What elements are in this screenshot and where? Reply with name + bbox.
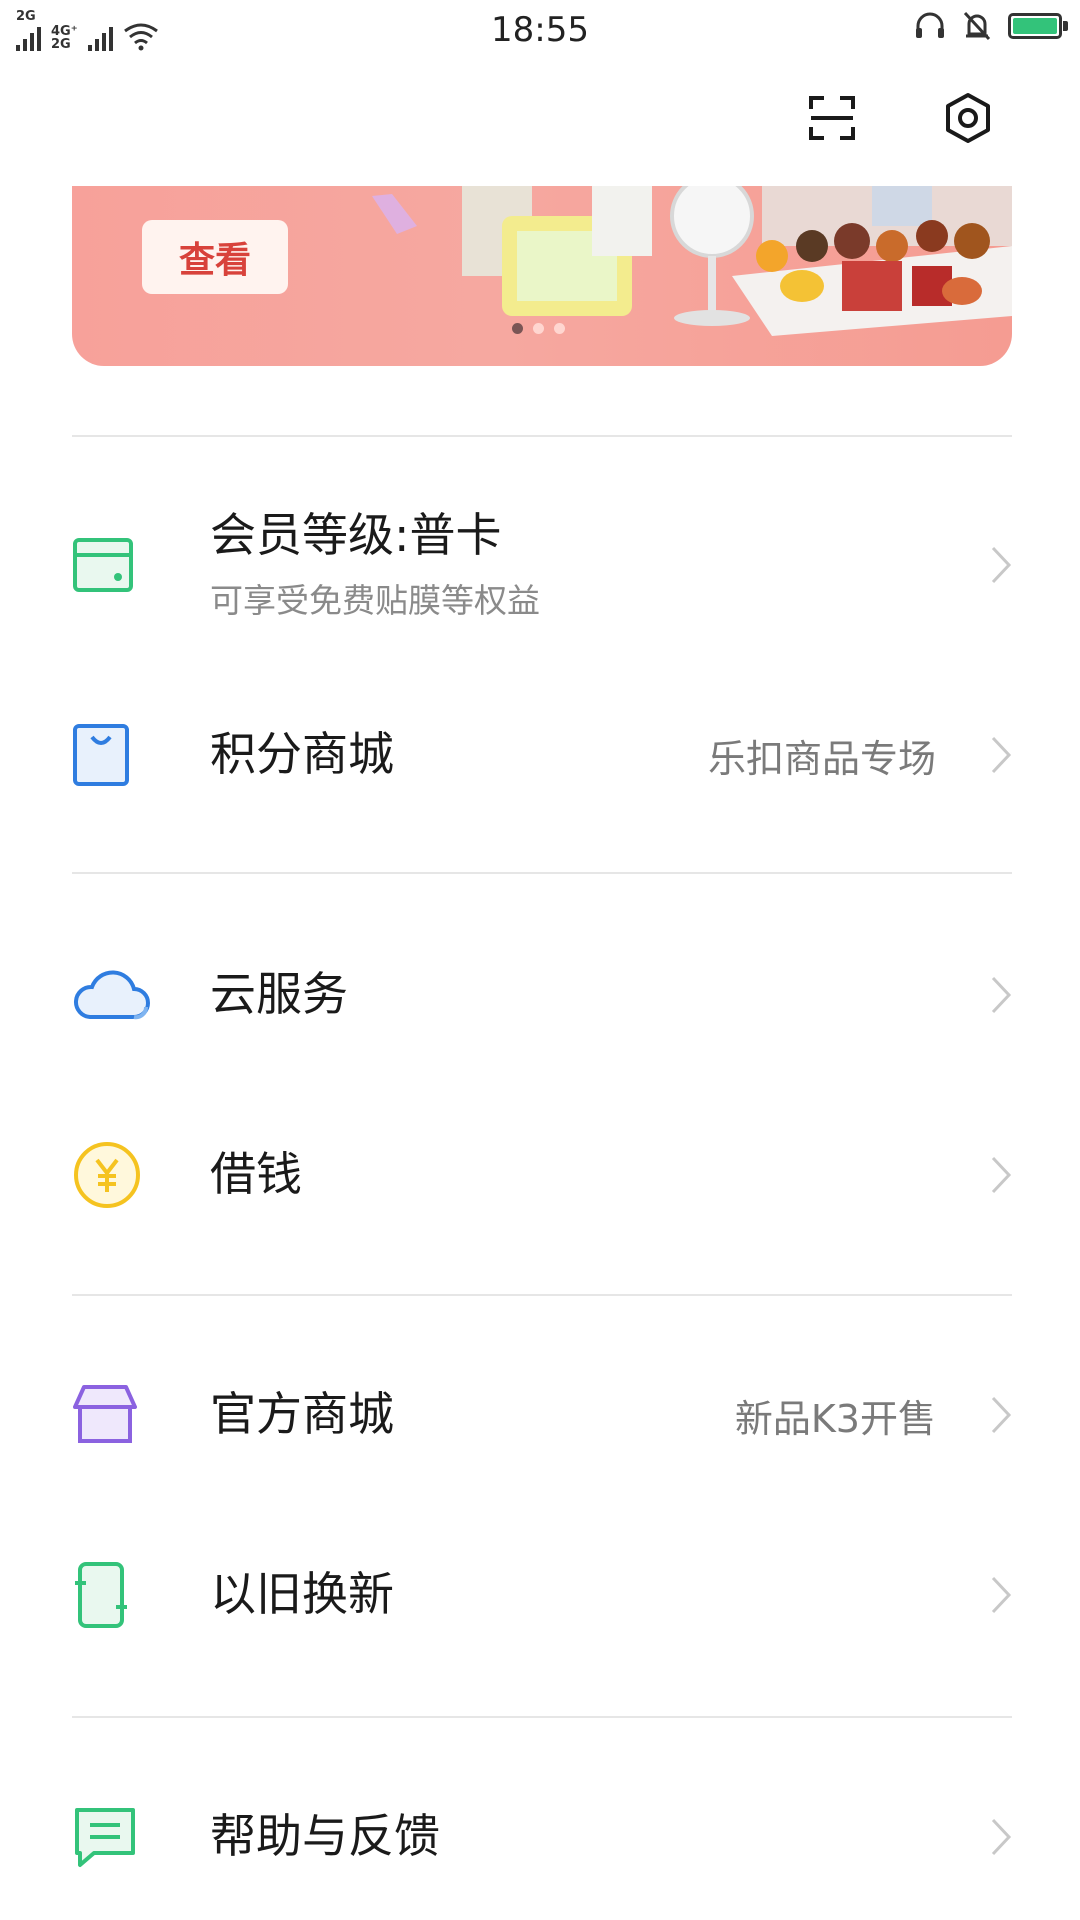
battery-icon: [1008, 13, 1068, 39]
scan-icon: [809, 96, 855, 140]
trade-in-item[interactable]: 以旧换新: [72, 1540, 1012, 1650]
membership-title: 会员等级:普卡: [210, 508, 502, 563]
settings-button[interactable]: [936, 86, 1000, 150]
borrow-money-item[interactable]: 借钱: [72, 1120, 1012, 1230]
chevron-right-icon: [991, 736, 1012, 774]
help-feedback-item[interactable]: 帮助与反馈: [72, 1782, 1012, 1892]
chevron-right-icon: [991, 976, 1012, 1014]
cloud-icon: [73, 970, 150, 1020]
cloud-service-title: 云服务: [210, 967, 348, 1022]
gear-icon: [946, 93, 990, 143]
membership-subtitle: 可享受免费贴膜等权益: [210, 580, 540, 620]
borrow-money-title: 借钱: [210, 1147, 302, 1202]
official-mall-title: 官方商城: [210, 1387, 394, 1442]
top-actions: [800, 86, 1000, 150]
status-icons: [914, 10, 1068, 42]
chevron-right-icon: [991, 1156, 1012, 1194]
chevron-right-icon: [991, 1396, 1012, 1434]
banner-dot-1: [512, 323, 523, 334]
yen-coin-icon: [74, 1142, 140, 1208]
section-divider: [72, 1294, 1012, 1296]
promo-banner[interactable]: 查看: [72, 186, 1012, 366]
shopping-bag-icon: [73, 724, 129, 786]
points-mall-title: 积分商城: [210, 727, 394, 782]
banner-pagination: [512, 323, 565, 334]
store-box-icon: [73, 1385, 137, 1443]
banner-dot-2: [533, 323, 544, 334]
official-mall-item[interactable]: 官方商城 新品K3开售: [72, 1360, 1012, 1470]
chat-bubble-icon: [75, 1808, 135, 1867]
points-mall-item[interactable]: 积分商城 乐扣商品专场: [72, 700, 1012, 810]
official-mall-hint: 新品K3开售: [734, 1396, 936, 1441]
scan-button[interactable]: [800, 86, 864, 150]
headset-icon: [916, 12, 944, 38]
banner-view-button[interactable]: 查看: [142, 220, 288, 294]
trade-in-title: 以旧换新: [210, 1567, 394, 1622]
section-divider: [72, 435, 1012, 437]
chevron-right-icon: [991, 1818, 1012, 1856]
help-feedback-title: 帮助与反馈: [210, 1809, 440, 1864]
chevron-right-icon: [991, 1576, 1012, 1614]
section-divider: [72, 872, 1012, 874]
phone-swap-icon: [75, 1562, 127, 1628]
points-mall-hint: 乐扣商品专场: [707, 736, 936, 781]
section-divider: [72, 1716, 1012, 1718]
card-icon: [73, 538, 133, 592]
chevron-right-icon: [991, 546, 1012, 584]
status-bar: 2G 4G⁺ 2G 18:55: [0, 0, 1080, 60]
membership-item[interactable]: 会员等级:普卡 可享受免费贴膜等权益: [72, 505, 1012, 625]
banner-dot-3: [554, 323, 565, 334]
bell-muted-icon: [963, 11, 991, 41]
cloud-service-item[interactable]: 云服务: [72, 940, 1012, 1050]
